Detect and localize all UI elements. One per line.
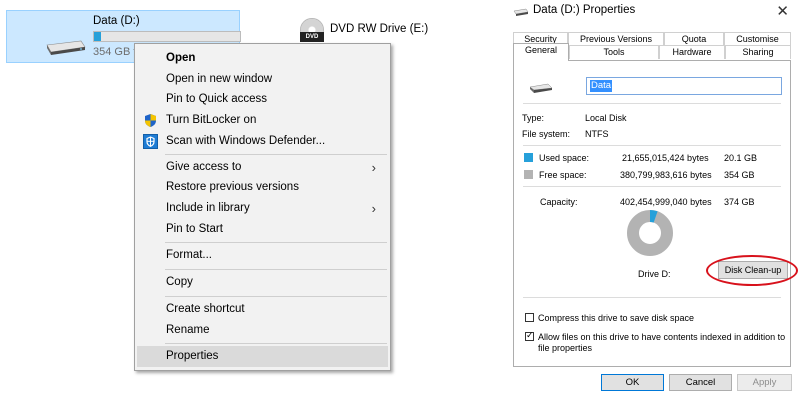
menu-item-label: Pin to Quick access <box>166 93 267 105</box>
index-label-line2: file properties <box>538 343 593 353</box>
menu-item-copy[interactable]: Copy <box>137 272 388 293</box>
menu-separator <box>165 154 387 155</box>
menu-separator <box>165 343 387 344</box>
capacity-gb: 374 GB <box>724 197 755 207</box>
tab-hardware[interactable]: Hardware <box>659 45 725 59</box>
drive-title-icon <box>513 7 529 19</box>
menu-item-format[interactable]: Format... <box>137 245 388 266</box>
menu-item-scan-defender[interactable]: Scan with Windows Defender... <box>137 131 388 152</box>
drive-d-name: Data (D:) <box>93 15 140 27</box>
menu-item-pin-start[interactable]: Pin to Start <box>137 219 388 240</box>
dialog-titlebar[interactable]: Data (D:) Properties ✕ <box>507 0 797 22</box>
used-space-bytes: 21,655,015,424 bytes <box>622 153 709 163</box>
menu-item-label: Create shortcut <box>166 303 245 315</box>
close-icon[interactable]: ✕ <box>776 2 789 20</box>
free-space-swatch <box>524 170 533 179</box>
tab-quota[interactable]: Quota <box>664 32 724 46</box>
checkmark-icon: ✓ <box>526 330 534 340</box>
compress-label: Compress this drive to save disk space <box>538 313 695 323</box>
menu-item-label: Rename <box>166 324 210 336</box>
compress-checkbox[interactable] <box>525 313 534 322</box>
menu-item-rename[interactable]: Rename <box>137 320 388 341</box>
divider <box>523 145 781 146</box>
drive-d-usage-fill <box>94 32 102 41</box>
menu-item-open[interactable]: Open <box>137 48 388 69</box>
menu-item-open-new-window[interactable]: Open in new window <box>137 69 388 90</box>
apply-button[interactable]: Apply <box>737 374 792 391</box>
dialog-title: Data (D:) Properties <box>533 4 636 16</box>
tab-customise[interactable]: Customise <box>724 32 791 46</box>
filesystem-label: File system: <box>522 129 571 139</box>
menu-item-bitlocker[interactable]: Turn BitLocker on <box>137 110 388 131</box>
menu-separator <box>165 269 387 270</box>
menu-item-include-library[interactable]: Include in library › <box>137 198 388 219</box>
shield-icon <box>143 113 158 128</box>
menu-item-label: Pin to Start <box>166 223 223 235</box>
menu-item-properties[interactable]: Properties <box>137 346 388 367</box>
defender-icon <box>143 134 158 149</box>
ok-button[interactable]: OK <box>601 374 664 391</box>
menu-separator <box>165 242 387 243</box>
drive-label: Drive D: <box>638 269 671 279</box>
divider <box>523 297 781 298</box>
menu-item-label: Open <box>166 52 196 64</box>
tab-sharing[interactable]: Sharing <box>725 45 791 59</box>
capacity-label: Capacity: <box>540 197 578 207</box>
chevron-right-icon: › <box>371 160 376 175</box>
filesystem-value: NTFS <box>585 129 609 139</box>
menu-item-label: Scan with Windows Defender... <box>166 135 326 147</box>
volume-label-selected-text: Data <box>590 80 613 92</box>
used-space-label: Used space: <box>539 153 590 163</box>
properties-dialog: Data (D:) Properties ✕ Security Previous… <box>507 0 798 400</box>
menu-item-give-access[interactable]: Give access to › <box>137 157 388 178</box>
tab-previous-versions[interactable]: Previous Versions <box>568 32 664 46</box>
divider <box>523 103 781 104</box>
dvd-icon-label: DVD <box>300 32 324 42</box>
index-label-line1: Allow files on this drive to have conten… <box>538 332 786 342</box>
cancel-button[interactable]: Cancel <box>669 374 732 391</box>
divider <box>523 186 781 187</box>
general-tab-panel: Data Type: Local Disk File system: NTFS … <box>513 60 798 367</box>
used-space-gb: 20.1 GB <box>724 153 758 163</box>
menu-item-create-shortcut[interactable]: Create shortcut <box>137 299 388 320</box>
tab-general[interactable]: General <box>513 43 569 61</box>
disk-usage-donut <box>627 210 673 256</box>
donut-free-segment <box>627 210 673 256</box>
index-checkbox[interactable]: ✓ <box>525 330 534 341</box>
menu-separator <box>165 296 387 297</box>
menu-item-restore-versions[interactable]: Restore previous versions <box>137 177 388 198</box>
drive-e-name: DVD RW Drive (E:) <box>330 23 429 35</box>
free-space-label: Free space: <box>539 170 587 180</box>
hard-drive-icon <box>43 39 87 58</box>
menu-item-label: Restore previous versions <box>166 181 299 193</box>
menu-item-label: Format... <box>166 249 213 261</box>
chevron-right-icon: › <box>371 201 376 216</box>
tab-tools[interactable]: Tools <box>569 45 659 59</box>
tab-strip: Security Previous Versions Quota Customi… <box>513 30 791 61</box>
menu-item-label: Properties <box>166 350 219 362</box>
drive-d-usage-bar <box>93 31 241 42</box>
type-label: Type: <box>522 113 545 123</box>
menu-item-label: Include in library <box>166 202 250 214</box>
menu-item-pin-quick-access[interactable]: Pin to Quick access <box>137 89 388 110</box>
menu-item-label: Give access to <box>166 161 242 173</box>
menu-item-label: Open in new window <box>166 73 273 85</box>
capacity-bytes: 402,454,999,040 bytes <box>620 197 712 207</box>
highlight-circle <box>706 255 798 286</box>
used-space-swatch <box>524 153 533 162</box>
menu-item-label: Copy <box>166 276 193 288</box>
menu-item-label: Turn BitLocker on <box>166 114 257 126</box>
free-space-gb: 354 GB <box>724 170 755 180</box>
volume-label-input[interactable]: Data <box>586 77 782 95</box>
type-value: Local Disk <box>585 113 627 123</box>
context-menu: Open Open in new window Pin to Quick acc… <box>134 43 391 371</box>
hard-drive-icon <box>529 83 553 96</box>
free-space-bytes: 380,799,983,616 bytes <box>620 170 712 180</box>
drive-d-free-text: 354 GB f <box>93 46 137 58</box>
